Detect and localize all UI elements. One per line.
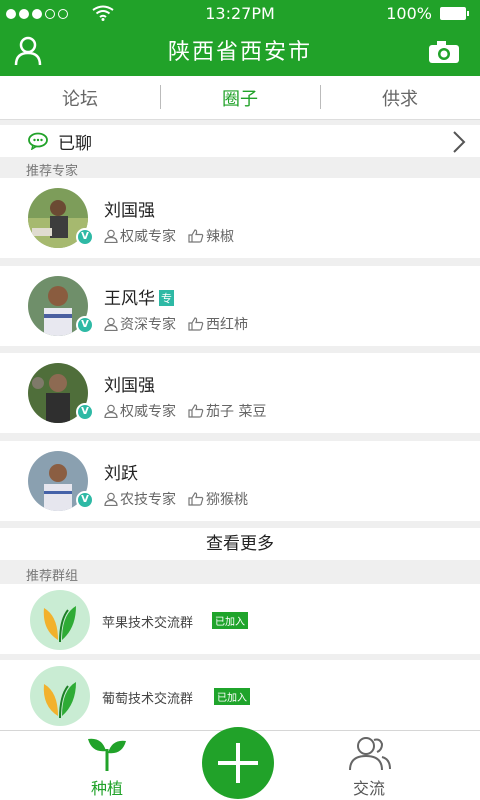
- tab-bar: 论坛 圈子 供求: [0, 76, 480, 120]
- expert-title: 权威专家: [120, 404, 176, 420]
- expert-title: 农技专家: [120, 492, 176, 508]
- verified-badge: V: [76, 403, 94, 421]
- thumbs-up-icon: [188, 492, 204, 506]
- group-item[interactable]: 葡萄技术交流群 已加入: [0, 660, 480, 730]
- specialist-badge: 专: [159, 290, 174, 306]
- expert-crops: 西红柿: [206, 317, 248, 333]
- group-item[interactable]: 苹果技术交流群 已加入: [0, 584, 480, 654]
- chatted-row[interactable]: 已聊: [0, 125, 480, 157]
- verified-badge: V: [76, 316, 94, 334]
- verified-badge: V: [76, 491, 94, 509]
- expert-name: 刘国强: [104, 201, 155, 221]
- nav-plant[interactable]: 种植: [72, 735, 142, 799]
- tab-supply-demand[interactable]: 供求: [320, 84, 480, 111]
- expert-crops: 猕猴桃: [206, 492, 248, 508]
- thumbs-up-icon: [188, 404, 204, 418]
- thumbs-up-icon: [188, 317, 204, 331]
- group-name: 苹果技术交流群: [102, 616, 194, 631]
- thumbs-up-icon: [188, 229, 204, 243]
- expert-crops: 辣椒: [206, 229, 234, 245]
- page-title: 陕西省西安市: [167, 40, 312, 65]
- experts-section-label: 推荐专家: [26, 164, 79, 179]
- camera-icon[interactable]: [428, 40, 460, 64]
- tab-forum[interactable]: 论坛: [0, 85, 160, 111]
- expert-card[interactable]: V 刘跃 农技专家 猕猴桃: [0, 441, 480, 521]
- expert-card[interactable]: V 刘国强 权威专家 茄子 菜豆: [0, 353, 480, 433]
- person-icon: [104, 229, 118, 243]
- status-bar: 13:27PM 100%: [0, 4, 480, 24]
- chat-bubble-icon: [28, 132, 48, 150]
- expert-card[interactable]: V 刘国强 权威专家 辣椒: [0, 178, 480, 258]
- groups-section-label: 推荐群组: [26, 569, 79, 584]
- nav-communicate-label: 交流: [352, 779, 385, 798]
- expert-meta: 资深专家 西红柿: [104, 314, 248, 334]
- sprout-icon: [88, 738, 126, 771]
- people-icon: [349, 737, 391, 771]
- expert-title: 权威专家: [120, 229, 176, 245]
- chevron-right-icon: [453, 131, 466, 153]
- leaf-logo-icon: [30, 666, 90, 726]
- app-header: 13:27PM 100% 陕西省西安市: [0, 0, 480, 76]
- expert-meta: 权威专家 辣椒: [104, 226, 234, 246]
- group-name: 葡萄技术交流群: [102, 692, 194, 707]
- user-profile-icon[interactable]: [14, 36, 42, 66]
- expert-card[interactable]: V 王风华专 资深专家 西红柿: [0, 266, 480, 346]
- expert-name: 王风华专: [104, 289, 174, 309]
- expert-meta: 权威专家 茄子 菜豆: [104, 401, 266, 421]
- bottom-nav: 种植 交流: [0, 727, 480, 800]
- person-icon: [104, 404, 118, 418]
- chatted-label: 已聊: [58, 133, 92, 154]
- battery-icon: [440, 7, 469, 20]
- expert-name: 刘跃: [104, 464, 138, 484]
- verified-badge: V: [76, 228, 94, 246]
- expert-title: 资深专家: [120, 317, 176, 333]
- battery-percent: 100%: [386, 4, 432, 23]
- joined-badge: 已加入: [214, 688, 250, 705]
- person-icon: [104, 492, 118, 506]
- tab-circle[interactable]: 圈子: [160, 84, 320, 111]
- expert-name: 刘国强: [104, 376, 155, 396]
- expert-meta: 农技专家 猕猴桃: [104, 489, 248, 509]
- leaf-logo-icon: [30, 590, 90, 650]
- nav-plant-label: 种植: [90, 779, 123, 798]
- add-button[interactable]: [202, 727, 274, 799]
- view-more-button[interactable]: 查看更多: [0, 528, 480, 560]
- nav-communicate[interactable]: 交流: [334, 735, 404, 799]
- expert-crops: 茄子 菜豆: [206, 404, 267, 420]
- joined-badge: 已加入: [212, 612, 248, 629]
- person-icon: [104, 317, 118, 331]
